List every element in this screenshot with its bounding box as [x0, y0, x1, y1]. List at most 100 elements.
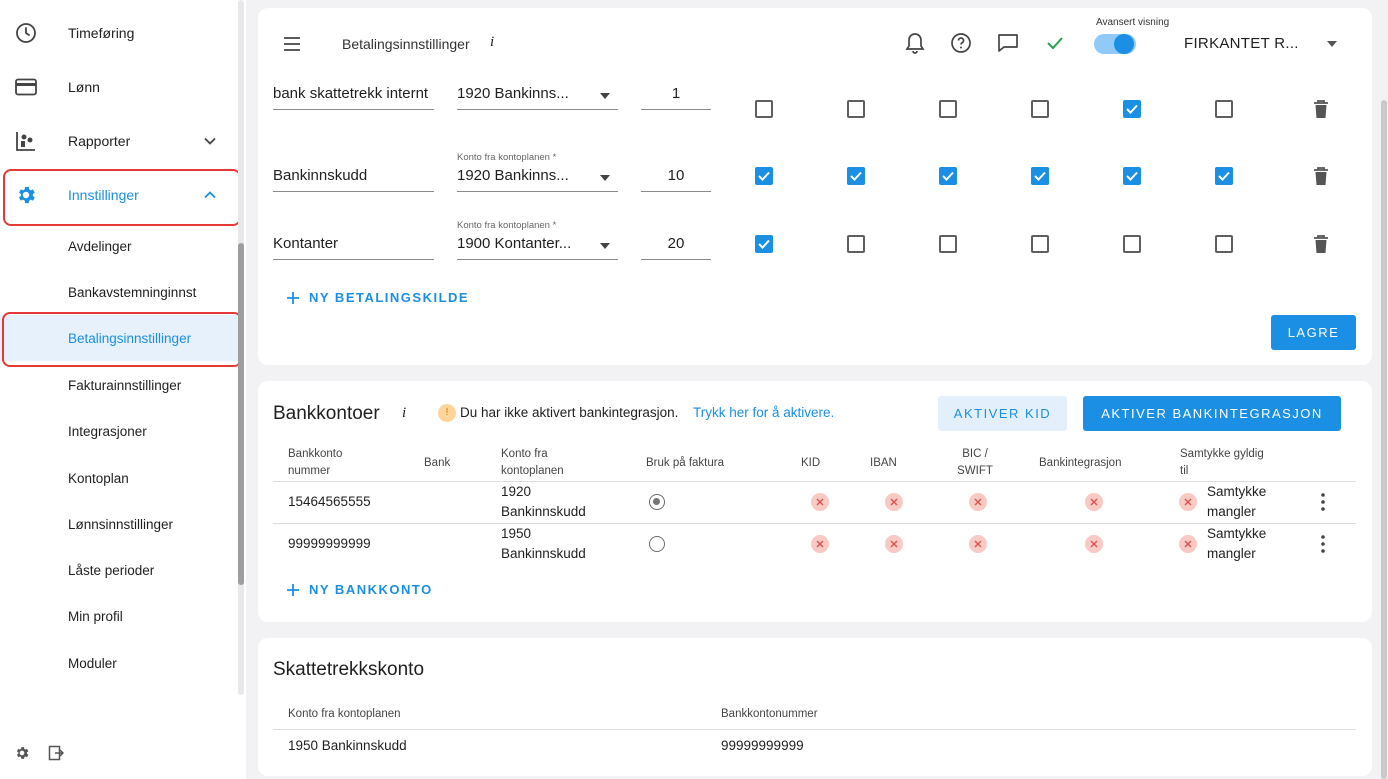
payment-sources-card: bank skattetrekk internt 1920 Bankinns..… — [258, 60, 1372, 365]
sidebar-footer — [14, 745, 64, 761]
sidebar-subitem-label: Lønnsinnstillinger — [68, 516, 174, 532]
payment-option-checkbox[interactable] — [847, 167, 865, 185]
cell-line: Bankinnskudd — [501, 504, 586, 519]
payment-option-checkbox[interactable] — [1123, 235, 1141, 253]
payment-option-checkbox[interactable] — [847, 100, 865, 118]
payment-source-name-field[interactable]: Kontanter — [273, 226, 434, 260]
table-divider — [273, 481, 1356, 482]
payment-option-checkbox[interactable] — [755, 167, 773, 185]
status-error-icon — [811, 493, 829, 511]
payment-source-number-field[interactable]: 20 — [641, 226, 711, 260]
bell-icon[interactable] — [902, 30, 928, 56]
payment-source-row: Konto fra kontoplanen * Kontanter 1900 K… — [258, 212, 1372, 272]
more-options-icon[interactable] — [1321, 535, 1325, 553]
warning-text: Du har ikke aktivert bankintegrasjon. — [460, 405, 679, 420]
toggle-knob — [1114, 34, 1134, 54]
payment-option-checkbox[interactable] — [1215, 100, 1233, 118]
payment-option-checkbox[interactable] — [847, 235, 865, 253]
payment-option-checkbox[interactable] — [755, 100, 773, 118]
sidebar-subitem-min-profil[interactable]: Min profil — [0, 593, 240, 639]
payment-option-checkbox[interactable] — [1123, 100, 1141, 118]
activate-bank-integration-button[interactable]: AKTIVER BANKINTEGRASJON — [1083, 396, 1341, 431]
payment-option-checkbox[interactable] — [1215, 167, 1233, 185]
help-icon[interactable] — [948, 30, 974, 56]
more-options-icon[interactable] — [1321, 493, 1325, 511]
sidebar-subitem-label: Avdelinger — [68, 238, 132, 254]
info-icon[interactable]: i — [402, 405, 406, 422]
activate-kid-button[interactable]: AKTIVER KID — [938, 396, 1067, 431]
bank-account-number: 99999999999 — [288, 536, 371, 551]
column-header-iban: IBAN — [870, 457, 897, 469]
activate-integration-link[interactable]: Trykk her for å aktivere. — [693, 405, 834, 420]
payment-option-checkbox[interactable] — [1031, 167, 1049, 185]
account-select[interactable]: 1900 Kontanter... — [457, 226, 618, 260]
caret-down-icon — [600, 175, 610, 181]
add-payment-source-label: NY BETALINGSKILDE — [309, 290, 470, 305]
warning-icon: ! — [438, 404, 456, 422]
sidebar-subitem-avdelinger[interactable]: Avdelinger — [0, 223, 240, 269]
payment-option-checkbox[interactable] — [1215, 235, 1233, 253]
payment-option-checkbox[interactable] — [1123, 167, 1141, 185]
company-selector[interactable]: FIRKANTET R... — [1184, 35, 1299, 52]
chevron-up-icon[interactable] — [200, 185, 220, 205]
payment-option-checkbox[interactable] — [939, 167, 957, 185]
sidebar-subitem-integrasjoner[interactable]: Integrasjoner — [0, 408, 240, 454]
payment-option-checkbox[interactable] — [939, 100, 957, 118]
sidebar-item-innstillinger[interactable]: Innstillinger — [0, 168, 240, 222]
sidebar-subitem-kontoplan[interactable]: Kontoplan — [0, 455, 240, 501]
use-on-invoice-radio[interactable] — [649, 536, 665, 552]
status-error-icon — [811, 535, 829, 553]
advanced-view-toggle[interactable] — [1094, 34, 1136, 54]
payment-source-name-field[interactable]: bank skattetrekk internt — [273, 76, 434, 110]
tax-account-card: Skattetrekkskonto Konto fra kontoplanen … — [258, 638, 1372, 776]
use-on-invoice-radio[interactable] — [649, 494, 665, 510]
payment-option-checkbox[interactable] — [755, 235, 773, 253]
plus-icon — [287, 583, 299, 596]
sidebar-subitem-label: Fakturainnstillinger — [68, 377, 182, 393]
add-payment-source-button[interactable]: NY BETALINGSKILDE — [287, 290, 469, 305]
chat-icon[interactable] — [995, 30, 1021, 56]
sidebar-item-timeforing[interactable]: Timeføring — [0, 6, 240, 60]
sidebar-subitem-bankavstemming[interactable]: Bankavstemninginnst — [0, 269, 240, 315]
delete-icon[interactable] — [1312, 234, 1330, 254]
payment-option-checkbox[interactable] — [1031, 235, 1049, 253]
caret-down-icon — [600, 243, 610, 249]
delete-icon[interactable] — [1312, 166, 1330, 186]
credit-card-icon — [14, 75, 38, 99]
settings-icon[interactable] — [14, 745, 30, 761]
add-bank-account-button[interactable]: NY BANKKONTO — [287, 582, 433, 597]
cell-line: mangler — [1207, 504, 1256, 519]
sidebar-subitem-betalingsinnstillinger[interactable]: Betalingsinnstillinger — [0, 315, 240, 361]
payment-option-checkbox[interactable] — [1031, 100, 1049, 118]
payment-source-number-field[interactable]: 1 — [641, 76, 711, 110]
sidebar-item-lonn[interactable]: Lønn — [0, 60, 240, 114]
sidebar-subitem-moduler[interactable]: Moduler — [0, 640, 240, 686]
sidebar-subitem-laste-perioder[interactable]: Låste perioder — [0, 547, 240, 593]
sidebar-item-rapporter[interactable]: Rapporter — [0, 114, 240, 168]
account-select[interactable]: 1920 Bankinns... — [457, 158, 618, 192]
payment-source-name-field[interactable]: Bankinnskudd — [273, 158, 434, 192]
bank-accounts-title: Bankkontoer — [273, 403, 380, 424]
menu-icon[interactable] — [282, 32, 302, 56]
status-error-icon — [1179, 493, 1197, 511]
sidebar-scrollbar[interactable] — [238, 243, 244, 585]
account-select[interactable]: 1920 Bankinns... — [457, 76, 618, 110]
sidebar-subitem-fakturainnstillinger[interactable]: Fakturainnstillinger — [0, 362, 240, 408]
header-line: SWIFT — [957, 465, 993, 477]
delete-icon[interactable] — [1312, 99, 1330, 119]
save-button[interactable]: LAGRE — [1271, 315, 1356, 350]
logout-icon[interactable] — [48, 745, 64, 761]
sidebar-subitem-lonnsinnstillinger[interactable]: Lønnsinnstillinger — [0, 501, 240, 547]
info-icon[interactable]: i — [490, 34, 494, 51]
payment-option-checkbox[interactable] — [939, 235, 957, 253]
caret-down-icon — [600, 93, 610, 99]
caret-down-icon[interactable] — [1326, 38, 1338, 50]
payment-source-number-field[interactable]: 10 — [641, 158, 711, 192]
advanced-view-label: Avansert visning — [1096, 17, 1170, 28]
main-scrollbar[interactable] — [1381, 100, 1387, 779]
top-header: Betalingsinnstillinger i Avansert visnin… — [258, 8, 1372, 80]
sidebar-subitem-label: Betalingsinnstillinger — [68, 330, 192, 346]
table-divider — [273, 523, 1356, 524]
chevron-down-icon[interactable] — [200, 131, 220, 151]
bank-accounts-card: Bankkontoer i ! Du har ikke aktivert ban… — [258, 381, 1372, 622]
